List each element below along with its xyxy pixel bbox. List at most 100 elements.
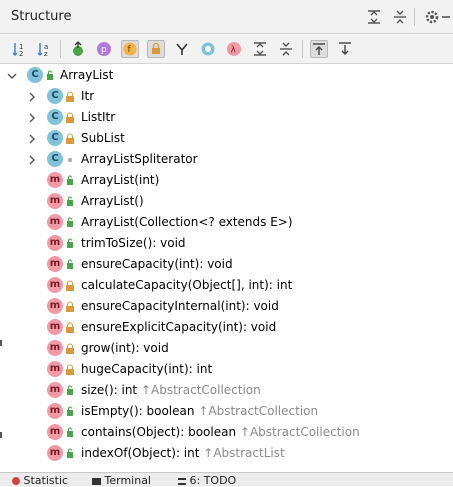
tree-node-method[interactable]: m ArrayList(Collection<? extends E>) (0, 212, 453, 233)
tree-node-method[interactable]: m ArrayList() (0, 191, 453, 212)
tree-node-method[interactable]: m ensureCapacityInternal(int): void (0, 296, 453, 317)
tree-node-label: ArrayList() (81, 194, 144, 208)
show-anonymous-classes-icon[interactable] (199, 40, 217, 58)
tree-node-method[interactable]: m hugeCapacity(int): int (0, 359, 453, 380)
statistic-icon (12, 477, 20, 485)
method-icon: m (47, 319, 63, 335)
private-lock-icon (65, 343, 75, 354)
tree-root-arraylist[interactable]: C ArrayList (0, 65, 453, 86)
tab-todo[interactable]: 6: TODO (178, 474, 236, 487)
tree-node-label: Itr (81, 89, 95, 103)
hide-panel-icon[interactable] (441, 8, 451, 26)
private-lock-icon (65, 301, 75, 312)
show-fields-icon[interactable]: f (121, 40, 139, 58)
tree-node-label: ArrayList(int) (81, 173, 160, 187)
method-icon: m (47, 445, 63, 461)
tree-node-label: trimToSize(): void (81, 236, 186, 250)
method-icon: m (47, 340, 63, 356)
public-icon (65, 196, 75, 207)
tree-node-inner-class[interactable]: C ArrayListSpliterator (0, 149, 453, 170)
autoscroll-to-source-icon[interactable] (310, 40, 328, 58)
bottom-tool-bar: Statistic Terminal 6: TODO (0, 472, 453, 487)
svg-text:p: p (101, 45, 107, 55)
gear-icon[interactable] (423, 8, 441, 26)
toolbar-separator (60, 40, 61, 58)
public-icon (65, 217, 75, 228)
method-icon: m (47, 382, 63, 398)
public-icon (65, 238, 75, 249)
public-icon (65, 448, 75, 459)
structure-panel-header: Structure (0, 0, 453, 34)
tree-node-label: grow(int): void (81, 341, 169, 355)
tree-node-inner-class[interactable]: C ListItr (0, 107, 453, 128)
tree-node-method[interactable]: m ensureCapacity(int): void (0, 254, 453, 275)
public-icon (65, 259, 75, 270)
static-class-icon: C (47, 151, 63, 167)
toolbar-separator (302, 40, 303, 58)
expand-all-icon[interactable] (251, 40, 269, 58)
tab-terminal[interactable]: Terminal (92, 474, 151, 487)
tree-node-label: calculateCapacity(Object[], int): int (81, 278, 293, 292)
tree-node-method[interactable]: m contains(Object): boolean ↑AbstractCol… (0, 422, 453, 443)
method-icon: m (47, 403, 63, 419)
inherited-from: ↑AbstractCollection (198, 404, 319, 418)
tree-node-label: hugeCapacity(int): int (81, 362, 213, 376)
svg-text:λ: λ (231, 46, 237, 56)
tree-node-inner-class[interactable]: C SubList (0, 128, 453, 149)
tree-node-method[interactable]: m trimToSize(): void (0, 233, 453, 254)
tree-node-label: size(): int ↑AbstractCollection (81, 383, 261, 397)
show-non-public-icon[interactable] (147, 40, 165, 58)
structure-tree: C ArrayList C Itr C ListItr C SubList C … (0, 64, 453, 472)
method-icon: m (47, 214, 63, 230)
package-private-icon (65, 154, 75, 165)
tree-node-label: SubList (81, 131, 125, 145)
inherited-from: ↑AbstractList (203, 446, 285, 460)
chevron-down-icon[interactable] (7, 70, 17, 80)
tree-node-method[interactable]: m grow(int): void (0, 338, 453, 359)
sort-by-visibility-icon[interactable]: 12 (11, 40, 29, 58)
public-icon (65, 406, 75, 417)
header-separator (414, 8, 415, 26)
tree-node-label: ensureCapacity(int): void (81, 257, 233, 271)
tree-node-label: ArrayList(Collection<? extends E>) (81, 215, 293, 229)
tree-node-label: ensureExplicitCapacity(int): void (81, 320, 277, 334)
tree-node-label: indexOf(Object): int ↑AbstractList (81, 446, 285, 460)
tree-node-method[interactable]: m isEmpty(): boolean ↑AbstractCollection (0, 401, 453, 422)
chevron-right-icon[interactable] (27, 154, 37, 165)
tree-node-label: ArrayListSpliterator (81, 152, 198, 166)
private-lock-icon (65, 322, 75, 333)
method-icon: m (47, 172, 63, 188)
private-lock-icon (65, 364, 75, 375)
tree-node-method[interactable]: m ensureExplicitCapacity(int): void (0, 317, 453, 338)
inherited-from: ↑AbstractCollection (239, 425, 360, 439)
private-lock-icon (65, 112, 75, 123)
method-icon: m (47, 424, 63, 440)
lambda-icon[interactable]: λ (225, 40, 243, 58)
public-icon (65, 385, 75, 396)
chevron-right-icon[interactable] (27, 91, 37, 102)
collapse-all-icon[interactable] (391, 8, 409, 26)
chevron-right-icon[interactable] (27, 112, 37, 123)
collapse-all-icon[interactable] (277, 40, 295, 58)
panel-title: Structure (11, 9, 72, 24)
sort-alphabetically-icon[interactable]: az (36, 40, 54, 58)
tree-node-inner-class[interactable]: C Itr (0, 86, 453, 107)
private-lock-icon (65, 133, 75, 144)
tree-node-method[interactable]: m size(): int ↑AbstractCollection (0, 380, 453, 401)
show-properties-icon[interactable]: p (95, 40, 113, 58)
method-icon: m (47, 298, 63, 314)
tree-node-label: ListItr (81, 110, 116, 124)
method-icon: m (47, 256, 63, 272)
tree-node-method[interactable]: m indexOf(Object): int ↑AbstractList (0, 443, 453, 464)
chevron-right-icon[interactable] (27, 133, 37, 144)
structure-toolbar: 12 az p f λ (0, 34, 453, 64)
tree-node-method[interactable]: m calculateCapacity(Object[], int): int (0, 275, 453, 296)
expand-all-icon[interactable] (365, 8, 383, 26)
autoscroll-from-source-icon[interactable] (336, 40, 354, 58)
show-inherited-icon[interactable] (69, 40, 87, 58)
public-icon (65, 427, 75, 438)
tab-statistic[interactable]: Statistic (12, 474, 68, 487)
show-lambdas-icon[interactable] (173, 40, 191, 58)
class-icon: C (27, 67, 43, 83)
tree-node-method[interactable]: m ArrayList(int) (0, 170, 453, 191)
